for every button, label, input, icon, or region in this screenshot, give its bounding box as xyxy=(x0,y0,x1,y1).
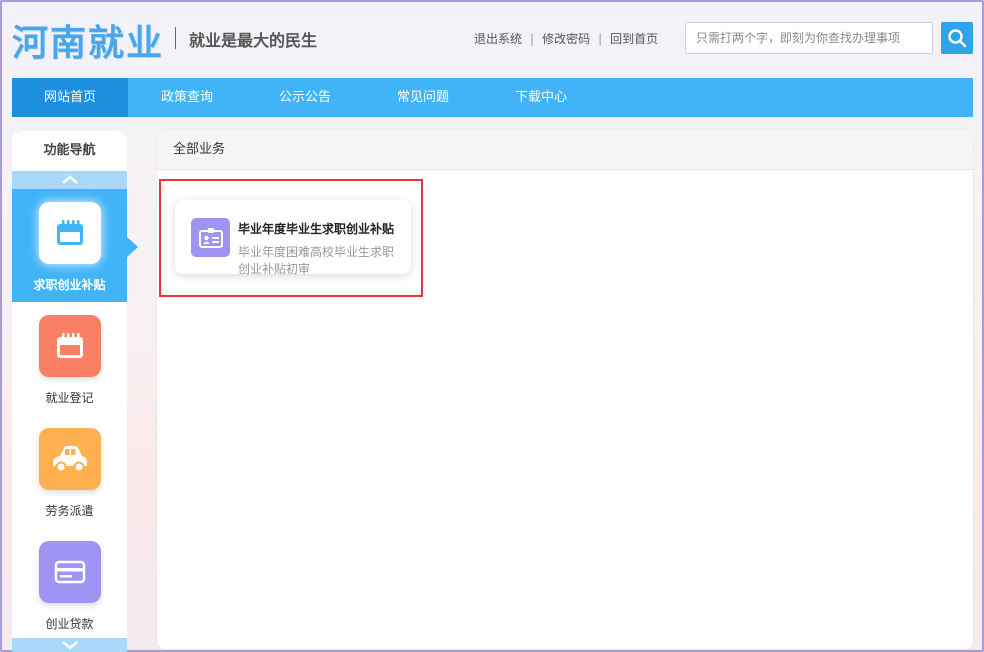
sidebar-item-job-subsidy[interactable]: 求职创业补贴 xyxy=(12,189,127,302)
search-icon xyxy=(948,29,967,48)
side-icon-box xyxy=(38,428,101,490)
car-icon xyxy=(52,446,87,473)
sidebar-item-startup-loan[interactable]: 创业贷款 xyxy=(12,528,127,641)
active-item-pointer xyxy=(127,237,138,257)
sidebar-item-label: 劳务派遣 xyxy=(45,504,94,518)
sidebar-title: 功能导航 xyxy=(43,143,96,158)
sidebar-item-label: 就业登记 xyxy=(45,391,94,405)
nav-item-policy[interactable]: 政策查询 xyxy=(128,78,246,117)
logo-divider xyxy=(175,27,176,49)
chevron-up-icon xyxy=(61,175,78,184)
sidebar: 功能导航 求职创业补贴 就业登记 劳务派遣 创业贷款 xyxy=(12,131,127,652)
search-button[interactable] xyxy=(941,22,973,54)
link-divider: | xyxy=(530,32,535,46)
nav-item-home[interactable]: 网站首页 xyxy=(12,78,128,117)
sidebar-item-label: 创业贷款 xyxy=(45,617,94,631)
service-card-title: 毕业年度毕业生求职创业补贴 xyxy=(238,222,395,236)
sidebar-scroll-down[interactable] xyxy=(12,638,127,652)
service-card-description: 毕业年度困难高校毕业生求职创业补贴初审 xyxy=(238,245,395,276)
search-input[interactable] xyxy=(685,22,933,54)
side-icon-box xyxy=(38,315,101,377)
side-icon-box xyxy=(38,202,101,264)
id-card-icon xyxy=(198,227,223,248)
nav-item-downloads[interactable]: 下载中心 xyxy=(482,78,600,117)
calendar-icon xyxy=(56,220,83,245)
site-slogan: 就业是最大的民生 xyxy=(189,31,318,50)
site-logo[interactable]: 河南就业 xyxy=(12,14,164,66)
sidebar-item-label: 求职创业补贴 xyxy=(33,278,106,292)
main-panel: 全部业务 毕业年度毕业生求职创业补贴 毕业年度困难高校毕业生求职创业补贴初审 xyxy=(157,130,973,649)
chevron-down-icon xyxy=(61,641,78,650)
side-icon-box xyxy=(38,541,101,603)
main-panel-title: 全部业务 xyxy=(157,130,973,170)
header: 河南就业 就业是最大的民生 退出系统 | 修改密码 | 回到首页 xyxy=(0,0,984,78)
sidebar-scroll-up[interactable] xyxy=(12,171,127,189)
nav-item-faq[interactable]: 常见问题 xyxy=(364,78,482,117)
change-password-link[interactable]: 修改密码 xyxy=(542,32,590,46)
sidebar-item-labor-dispatch[interactable]: 劳务派遣 xyxy=(12,415,127,528)
top-links: 退出系统 | 修改密码 | 回到首页 xyxy=(474,30,658,47)
home-link[interactable]: 回到首页 xyxy=(610,32,658,46)
card-icon xyxy=(54,560,85,584)
nav-item-announcements[interactable]: 公示公告 xyxy=(246,78,364,117)
service-card[interactable]: 毕业年度毕业生求职创业补贴 毕业年度困难高校毕业生求职创业补贴初审 xyxy=(175,200,411,276)
logout-link[interactable]: 退出系统 xyxy=(474,32,522,46)
link-divider: | xyxy=(598,32,603,46)
service-card-icon-box xyxy=(191,218,230,257)
sidebar-item-employment-registration[interactable]: 就业登记 xyxy=(12,302,127,415)
main-nav: 网站首页 政策查询 公示公告 常见问题 下载中心 xyxy=(12,78,973,117)
calendar-icon xyxy=(56,333,83,358)
